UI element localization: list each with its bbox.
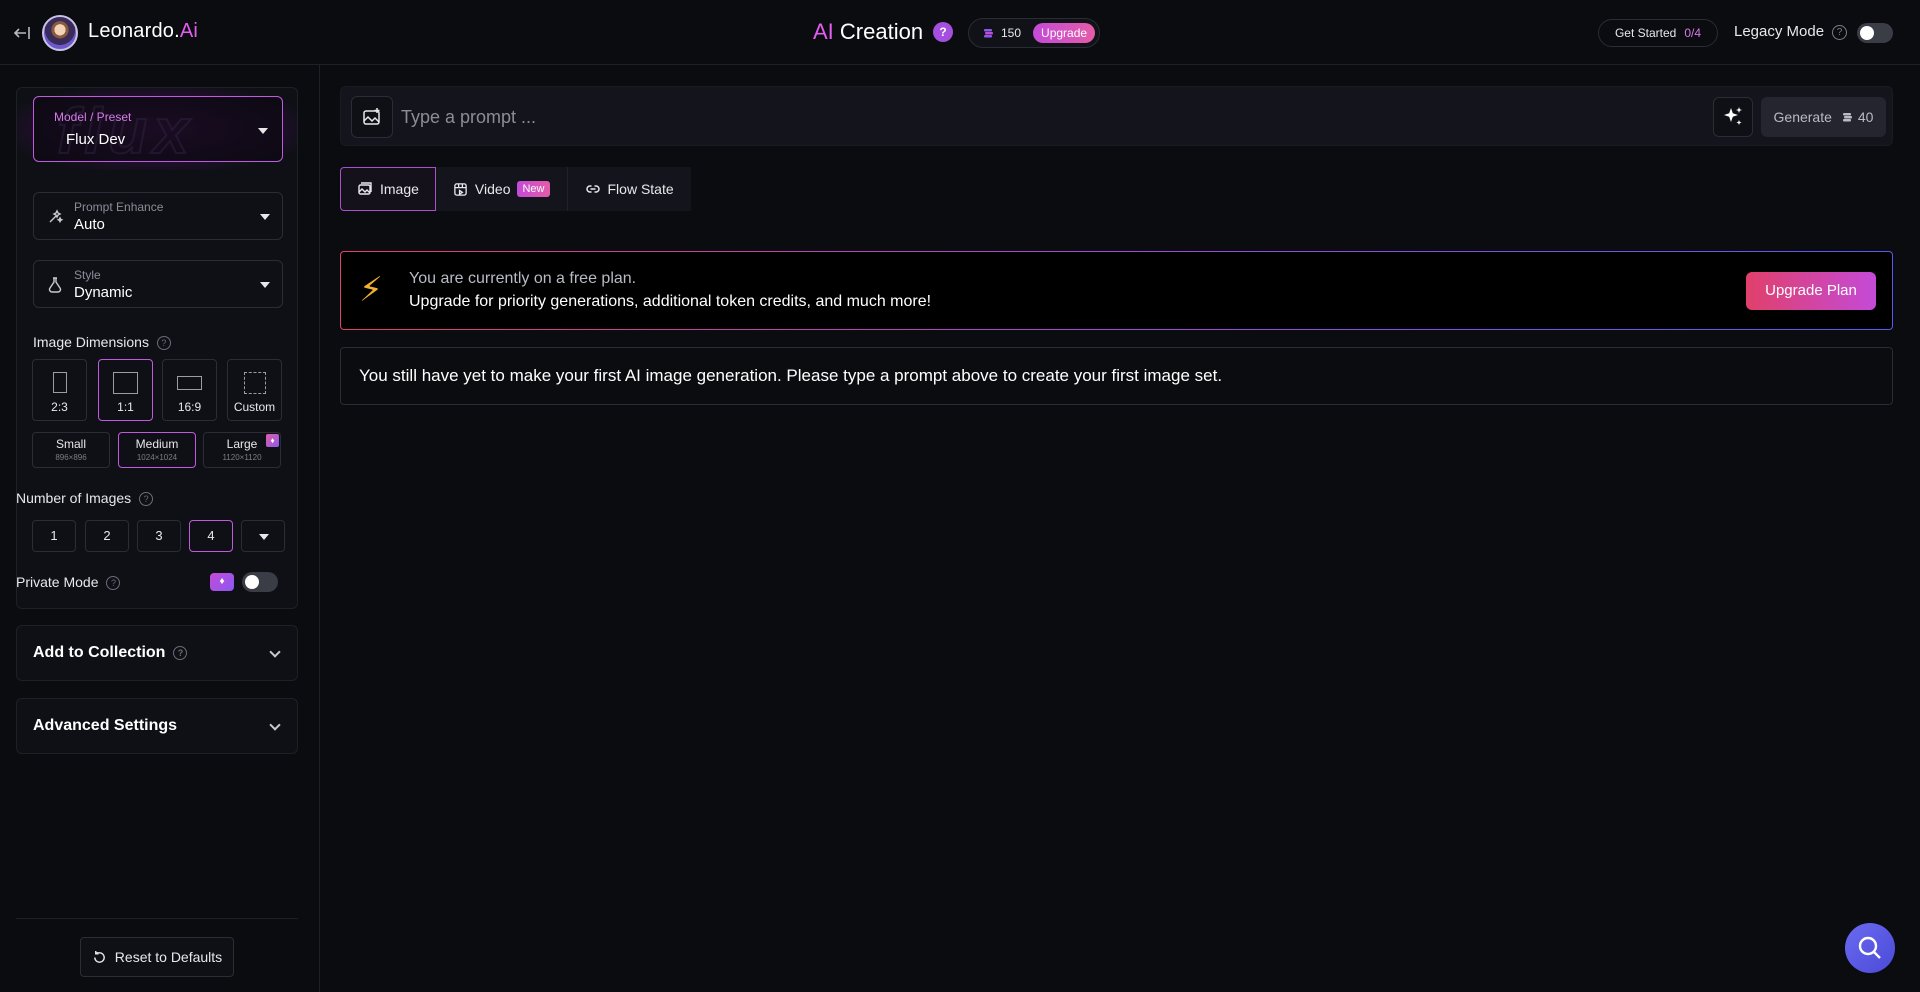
prompt-input[interactable]	[401, 97, 1401, 137]
image-icon	[358, 182, 372, 195]
help-circle-icon[interactable]: ?	[173, 645, 188, 660]
chevron-down-icon	[269, 646, 281, 658]
style-select[interactable]: Style Dynamic	[33, 260, 283, 308]
free-plan-notice: You are currently on a free plan.	[409, 270, 637, 287]
model-preset-select[interactable]: Model / Preset Flux Dev	[33, 96, 283, 162]
reset-to-defaults-button[interactable]: Reset to Defaults	[80, 937, 234, 977]
add-to-collection-accordion[interactable]: Add to Collection?	[16, 625, 298, 681]
free-plan-banner: ⚡ You are currently on a free plan. Upgr…	[340, 251, 1893, 330]
generate-label: Generate	[1773, 109, 1832, 125]
private-mode-heading: Private Mode?	[16, 574, 121, 591]
help-icon[interactable]: ?	[933, 22, 953, 42]
tab-image[interactable]: Image	[340, 167, 436, 211]
chevron-down-icon	[269, 719, 281, 731]
token-stack-icon	[1842, 113, 1852, 122]
generate-button[interactable]: Generate 40	[1761, 97, 1886, 137]
image-dimensions-heading: Image Dimensions?	[33, 334, 171, 351]
caret-down-icon	[259, 534, 269, 540]
tab-video[interactable]: Video New	[435, 167, 567, 211]
get-started-button[interactable]: Get Started 0/4	[1598, 19, 1718, 47]
link-icon	[585, 185, 600, 193]
tab-flow-state[interactable]: Flow State	[567, 167, 691, 211]
upgrade-benefits-text: Upgrade for priority generations, additi…	[409, 293, 932, 310]
legacy-mode-label: Legacy Mode	[1734, 23, 1825, 40]
generate-cost: 40	[1842, 109, 1873, 125]
caret-down-icon	[260, 214, 270, 220]
ratio-custom-button[interactable]: Custom	[227, 359, 282, 421]
model-preset-label: Model / Preset	[54, 110, 132, 124]
legacy-mode-help-icon[interactable]: ?	[1832, 25, 1847, 40]
sparkles-icon	[1724, 107, 1742, 125]
collapse-sidebar-button[interactable]	[10, 21, 34, 45]
square-shape-icon	[113, 372, 138, 394]
model-preset-value: Flux Dev	[66, 131, 126, 148]
get-started-label: Get Started	[1614, 26, 1677, 40]
token-credits-pill[interactable]: 150 Upgrade	[968, 18, 1100, 48]
prompt-enhance-select[interactable]: Prompt Enhance Auto	[33, 192, 283, 240]
prompt-magic-button[interactable]	[1713, 97, 1753, 137]
image-count-1-button[interactable]: 1	[32, 520, 76, 552]
caret-down-icon	[258, 128, 268, 134]
prompt-enhance-label: Prompt Enhance	[74, 200, 164, 214]
help-circle-icon[interactable]: ?	[106, 576, 121, 591]
image-count-3-button[interactable]: 3	[137, 520, 181, 552]
creation-mode-tabs: Image Video New Flow State	[340, 167, 691, 211]
settings-sidebar: flux Model / Preset Flux Dev Prompt Enha…	[0, 65, 320, 992]
private-mode-toggle[interactable]	[242, 572, 278, 592]
ratio-2-3-button[interactable]: 2:3	[32, 359, 87, 421]
page-title: AI Creation	[813, 19, 924, 44]
image-upload-icon	[363, 108, 380, 125]
landscape-shape-icon	[177, 376, 202, 390]
size-small-button[interactable]: Small 896×896	[32, 432, 110, 468]
ratio-1-1-button[interactable]: 1:1	[98, 359, 153, 421]
portrait-shape-icon	[53, 372, 67, 393]
premium-gem-icon: ♦	[266, 434, 279, 447]
sparkle-wand-icon	[49, 209, 64, 224]
ratio-16-9-button[interactable]: 16:9	[162, 359, 217, 421]
search-icon	[1858, 936, 1881, 959]
video-icon	[454, 182, 467, 196]
premium-gem-icon: ♦	[210, 573, 234, 591]
upgrade-button[interactable]: Upgrade	[1033, 23, 1096, 43]
number-of-images-heading: Number of Images?	[16, 490, 154, 507]
upgrade-plan-button[interactable]: Upgrade Plan	[1746, 272, 1876, 310]
support-search-button[interactable]	[1845, 923, 1895, 973]
model-preset-banner: flux Model / Preset Flux Dev	[17, 88, 297, 170]
advanced-settings-accordion[interactable]: Advanced Settings	[16, 698, 298, 754]
custom-ratio-icon	[244, 372, 266, 394]
arrow-left-to-bar-icon	[13, 27, 30, 39]
token-count: 150	[1001, 26, 1022, 40]
caret-down-icon	[260, 282, 270, 288]
image-count-2-button[interactable]: 2	[85, 520, 129, 552]
style-value: Dynamic	[74, 284, 133, 301]
brand-name[interactable]: Leonardo.Ai	[88, 20, 198, 43]
legacy-mode-toggle[interactable]	[1857, 23, 1893, 43]
image-count-4-button[interactable]: 4	[189, 520, 233, 552]
leonardo-logo-avatar[interactable]	[42, 15, 78, 51]
get-started-progress: 0/4	[1684, 26, 1702, 40]
prompt-enhance-value: Auto	[74, 216, 105, 233]
image-prompt-button[interactable]	[351, 96, 393, 138]
top-header: Leonardo.Ai AI Creation ? 150 Upgrade Ge…	[0, 0, 1920, 65]
help-circle-icon[interactable]: ?	[156, 336, 171, 351]
empty-generations-notice: You still have yet to make your first AI…	[340, 347, 1893, 405]
token-stack-icon	[984, 29, 993, 38]
flask-icon	[48, 277, 62, 293]
size-large-button[interactable]: Large 1120×1120 ♦	[203, 432, 281, 468]
sidebar-divider	[16, 918, 298, 919]
size-medium-button[interactable]: Medium 1024×1024	[118, 432, 196, 468]
image-count-more-button[interactable]	[241, 520, 285, 552]
help-circle-icon[interactable]: ?	[139, 492, 154, 507]
prompt-bar: Generate 40	[340, 86, 1893, 146]
new-badge: New	[517, 181, 550, 197]
lightning-bolt-icon: ⚡	[359, 271, 383, 309]
reset-arrow-icon	[93, 950, 105, 963]
style-label: Style	[74, 268, 101, 282]
